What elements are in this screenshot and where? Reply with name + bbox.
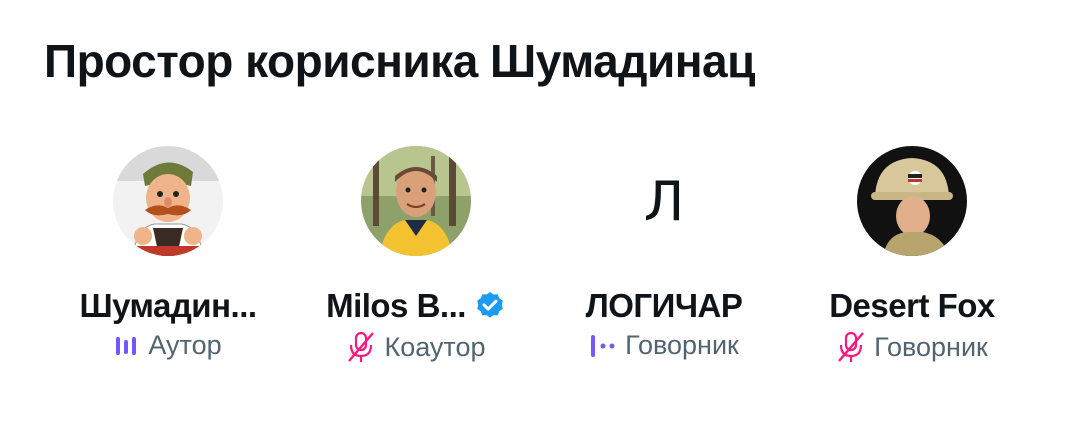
speaking-dots-icon: [589, 334, 617, 358]
avatar[interactable]: [857, 146, 967, 256]
participant-name: ЛОГИЧАР: [585, 287, 743, 324]
participant-speaker[interactable]: Desert Fox Говорник: [792, 146, 1032, 364]
participant-role: Коаутор: [384, 331, 486, 362]
participant-speaker[interactable]: Л ЛОГИЧАР Говорник: [544, 146, 784, 361]
participant-cohost[interactable]: Milos B... Коаутор: [296, 146, 536, 364]
verified-badge-icon: [474, 290, 506, 322]
person-photo-image: [361, 146, 471, 256]
speaking-bars-icon: [114, 335, 140, 357]
avatar[interactable]: [113, 146, 223, 256]
person-photo-image: [857, 146, 967, 256]
space-title: Простор корисника Шумадинац: [44, 35, 755, 87]
avatar[interactable]: Л: [609, 146, 719, 256]
cartoon-avatar-image: [113, 146, 223, 256]
muted-mic-icon: [346, 330, 376, 364]
participant-host[interactable]: Шумадин... Аутор: [48, 146, 288, 361]
avatar-letter: Л: [643, 169, 685, 233]
participant-name: Desert Fox: [829, 287, 995, 324]
avatar[interactable]: [361, 146, 471, 256]
participant-role: Говорник: [874, 331, 988, 362]
participant-name: Шумадин...: [79, 287, 257, 324]
participant-name: Milos B...: [326, 287, 466, 324]
muted-mic-icon: [836, 330, 866, 364]
participant-role: Аутор: [148, 330, 222, 360]
participant-role: Говорник: [625, 330, 739, 360]
